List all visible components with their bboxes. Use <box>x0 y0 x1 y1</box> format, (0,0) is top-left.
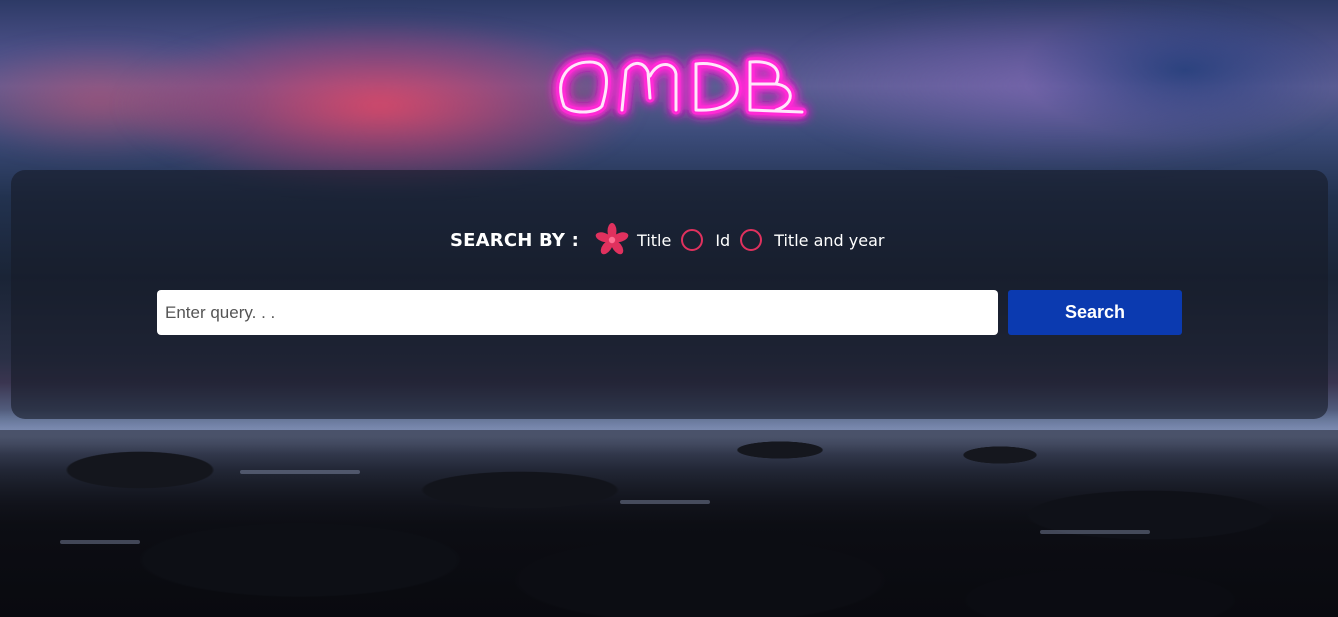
option-label-title: Title <box>637 230 672 250</box>
app-logo <box>550 48 810 128</box>
search-by-group: SEARCH BY : Title Id Title and year <box>450 223 894 257</box>
search-input[interactable] <box>157 290 998 335</box>
search-option-title[interactable]: Title <box>591 223 681 257</box>
water-reflection <box>240 470 360 474</box>
search-option-id[interactable]: Id <box>681 229 740 251</box>
circle-icon[interactable] <box>740 229 763 251</box>
circle-icon[interactable] <box>681 229 704 251</box>
search-by-label: SEARCH BY : <box>450 229 580 251</box>
water-reflection <box>1040 530 1150 534</box>
neon-logo-graphic <box>556 57 807 117</box>
search-option-title-and-year[interactable]: Title and year <box>740 229 894 251</box>
water-reflection <box>60 540 140 544</box>
option-label-title-and-year: Title and year <box>774 230 885 250</box>
option-label-id: Id <box>715 230 731 250</box>
rocky-shore <box>0 430 1338 617</box>
water-reflection <box>620 500 710 504</box>
search-button[interactable]: Search <box>1008 290 1182 335</box>
sky-glow <box>1020 0 1338 140</box>
flower-icon[interactable] <box>595 223 629 257</box>
